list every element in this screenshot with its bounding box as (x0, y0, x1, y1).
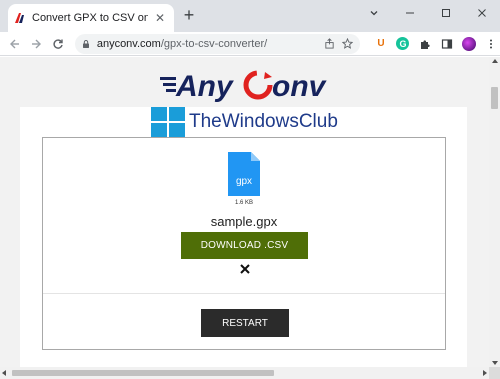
file-ext-label: gpx (236, 176, 252, 187)
tab-strip: Convert GPX to CSV online for free ✕ + (0, 0, 500, 32)
close-window-icon[interactable] (464, 0, 500, 26)
watermark: TheWindowsClub (151, 107, 338, 137)
anyconv-logo[interactable]: Any onv (160, 65, 335, 105)
tab-title: Convert GPX to CSV online for free (32, 12, 148, 24)
file-name: sample.gpx (210, 214, 278, 229)
share-icon[interactable] (324, 38, 336, 50)
tab-search-icon[interactable] (356, 0, 392, 26)
scrollbar-corner (489, 367, 500, 379)
converter-panel: gpx 1.6 KB sample.gpx DOWNLOAD .CSV REST… (42, 137, 446, 350)
profile-avatar[interactable] (460, 35, 478, 53)
scroll-left-arrow-icon[interactable] (2, 370, 6, 376)
extension-u-icon[interactable]: U (372, 35, 390, 53)
horizontal-scrollbar[interactable] (0, 367, 489, 379)
forward-arrow-icon[interactable] (26, 33, 48, 55)
page-viewport: Any onv TheWindowsClub gpx 1.6 KB sample… (0, 57, 489, 367)
anyconv-favicon-icon (15, 13, 24, 23)
browser-toolbar: anyconv.com/gpx-to-csv-converter/ U G (0, 32, 500, 56)
divider (43, 293, 445, 294)
tab-close-icon[interactable]: ✕ (152, 11, 168, 25)
svg-text:Any: Any (175, 70, 234, 103)
url-host: anyconv.com (96, 37, 161, 50)
svg-text:onv: onv (272, 70, 328, 103)
grammarly-icon: G (396, 37, 410, 50)
new-tab-button[interactable]: + (180, 6, 198, 25)
lock-icon[interactable] (81, 39, 91, 49)
vertical-scroll-thumb[interactable] (491, 87, 498, 109)
scroll-right-arrow-icon[interactable] (483, 370, 487, 376)
bookmark-star-icon[interactable] (342, 38, 354, 50)
download-csv-button[interactable]: DOWNLOAD .CSV (181, 232, 308, 259)
avatar (461, 36, 476, 51)
scroll-down-arrow-icon[interactable] (491, 361, 498, 365)
window-controls (356, 0, 500, 32)
horizontal-scroll-thumb[interactable] (12, 370, 274, 376)
url-path: /gpx-to-csv-converter/ (160, 37, 268, 50)
maximize-icon[interactable] (428, 0, 464, 26)
minimize-icon[interactable] (392, 0, 428, 26)
vertical-scrollbar[interactable] (489, 57, 500, 367)
watermark-text: TheWindowsClub (189, 111, 338, 132)
file-size: 1.6 KB (234, 200, 253, 206)
side-panel-icon[interactable] (438, 35, 456, 53)
restart-button[interactable]: RESTART (201, 309, 289, 337)
windows-logo-icon (151, 107, 185, 137)
remove-file-icon[interactable] (239, 263, 251, 275)
address-bar[interactable]: anyconv.com/gpx-to-csv-converter/ (74, 33, 360, 54)
gpx-file-icon: gpx (228, 152, 260, 196)
scroll-up-arrow-icon[interactable] (491, 59, 498, 63)
browser-tab[interactable]: Convert GPX to CSV online for free ✕ (8, 4, 174, 32)
reload-icon[interactable] (47, 33, 69, 55)
back-arrow-icon[interactable] (4, 33, 26, 55)
extensions-puzzle-icon[interactable] (416, 35, 434, 53)
grammarly-extension[interactable]: G (394, 35, 412, 53)
chrome-menu-icon[interactable] (482, 35, 500, 53)
